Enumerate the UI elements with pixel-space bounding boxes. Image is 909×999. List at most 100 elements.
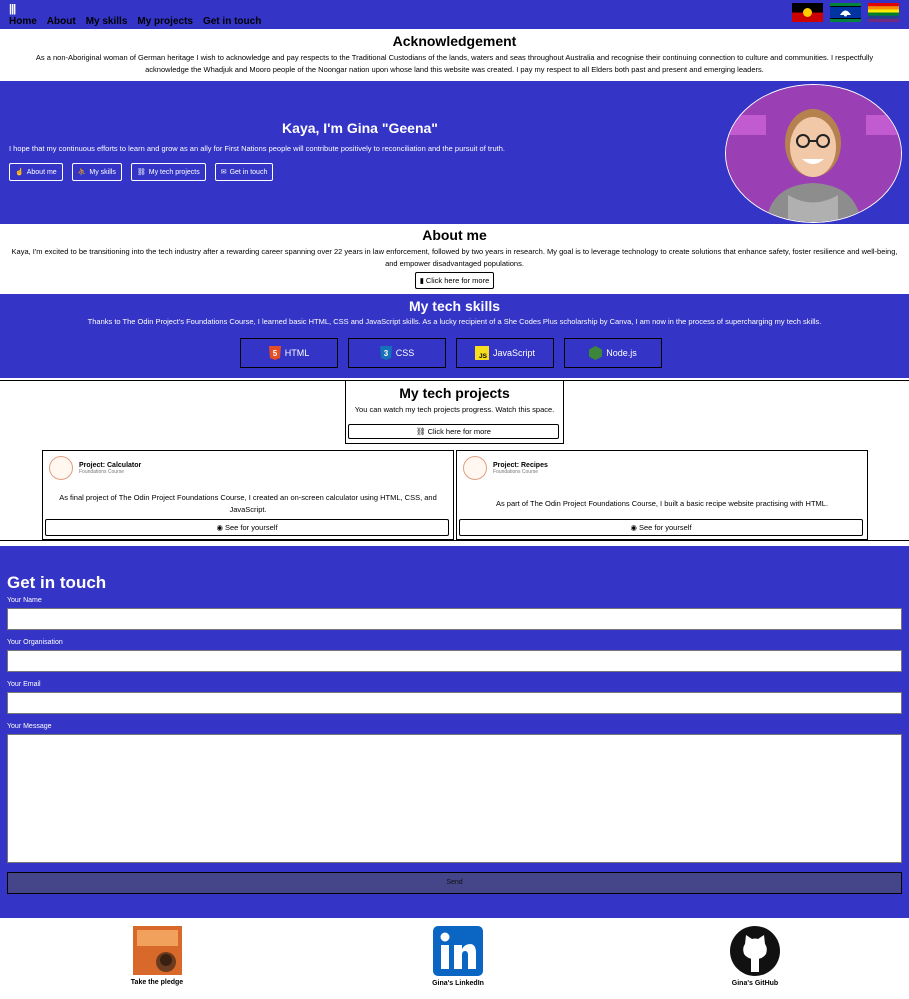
nav-link-skills[interactable]: My skills	[86, 16, 128, 27]
hero-section: Kaya, I'm Gina "Geena" I hope that my co…	[0, 81, 909, 224]
hero-title: Kaya, I'm Gina "Geena"	[282, 120, 438, 136]
github-icon	[730, 926, 780, 976]
contact-title: Get in touch	[7, 573, 107, 592]
my-tech-projects-button-label: My tech projects	[148, 168, 200, 176]
svg-text:JS: JS	[479, 353, 488, 360]
skills-text: Thanks to The Odin Project's Foundations…	[87, 317, 822, 326]
name-input[interactable]	[7, 608, 902, 630]
linkedin-label: Gina's LinkedIn	[432, 980, 484, 987]
nav-link-projects[interactable]: My projects	[137, 16, 193, 27]
pledge-link[interactable]: Take the pledge	[127, 926, 187, 986]
hero-tagline: I hope that my continuous efforts to lea…	[9, 144, 505, 153]
my-skills-button[interactable]: ⛹ My skills	[71, 163, 122, 181]
top-nav: ||| Home About My skills My projects Get…	[0, 0, 909, 29]
rainbow-pride-flag-icon	[868, 3, 899, 22]
aboriginal-flag-icon	[792, 3, 823, 22]
send-button[interactable]: Send	[7, 872, 902, 894]
nav-link-contact[interactable]: Get in touch	[203, 16, 261, 27]
torres-strait-islander-flag-icon	[830, 3, 861, 22]
skill-label: Node.js	[606, 348, 637, 358]
footer: Take the pledge Gina's LinkedIn Gina's G…	[0, 918, 909, 999]
linkedin-link[interactable]: Gina's LinkedIn	[427, 926, 489, 987]
get-in-touch-button-label: Get in touch	[229, 168, 268, 176]
project-description: As final project of The Odin Project Fou…	[59, 493, 437, 514]
project-course: Foundations Course	[79, 468, 125, 475]
nav-links: Home About My skills My projects Get in …	[9, 16, 261, 27]
email-input[interactable]	[7, 692, 902, 714]
clipboard-icon: ▮	[419, 276, 424, 285]
skill-javascript[interactable]: JS JavaScript	[456, 338, 554, 368]
acknowledgement-title: Acknowledgement	[392, 33, 517, 49]
divider	[0, 540, 909, 541]
about-section: About me Kaya, I'm excited to be transit…	[0, 224, 909, 294]
skill-nodejs[interactable]: Node.js	[564, 338, 662, 368]
projects-more-button-label: Click here for more	[427, 427, 491, 436]
project-card-header: Project: Calculator Foundations Course	[49, 456, 141, 480]
about-me-button-label: About me	[26, 168, 57, 176]
contact-section: Get in touch Your Name Your Organisation…	[0, 546, 909, 918]
nodejs-icon	[589, 346, 603, 360]
pledge-poster-icon	[132, 926, 182, 975]
see-for-yourself-button[interactable]: ◉ See for yourself	[459, 519, 863, 536]
skill-label: CSS	[395, 348, 415, 358]
projects-title: My tech projects	[399, 385, 510, 401]
flags	[792, 3, 899, 22]
skill-html[interactable]: 5 HTML	[240, 338, 338, 368]
see-for-yourself-label: See for yourself	[639, 523, 692, 532]
svg-text:5: 5	[273, 349, 278, 358]
project-card-header: Project: Recipes Foundations Course	[463, 456, 548, 480]
nav-link-home[interactable]: Home	[9, 16, 37, 27]
about-more-button-label: Click here for more	[425, 276, 490, 285]
projects-text: You can watch my tech projects progress.…	[354, 405, 555, 414]
github-label: Gina's GitHub	[731, 980, 779, 987]
pledge-label: Take the pledge	[130, 979, 184, 986]
github-link[interactable]: Gina's GitHub	[728, 926, 782, 987]
profile-photo	[725, 84, 902, 223]
html5-icon: 5	[268, 346, 281, 360]
diagram-icon: ⛓	[136, 169, 146, 176]
project-course: Foundations Course	[493, 468, 539, 475]
user-chart-icon: ⛹	[77, 169, 87, 176]
hand-pointer-icon: ☝	[15, 169, 24, 176]
message-textarea[interactable]	[7, 734, 902, 863]
skill-css[interactable]: 3 CSS	[348, 338, 446, 368]
my-tech-projects-button[interactable]: ⛓ My tech projects	[130, 163, 206, 181]
about-title: About me	[422, 227, 487, 243]
project-name: Project: Calculator	[79, 461, 142, 469]
project-card-recipes: Project: Recipes Foundations Course As p…	[456, 450, 868, 540]
see-for-yourself-label: See for yourself	[225, 523, 278, 532]
odin-project-logo	[49, 456, 73, 480]
organisation-label: Your Organisation	[7, 639, 63, 646]
svg-text:3: 3	[384, 349, 389, 358]
about-me-button[interactable]: ☝ About me	[9, 163, 63, 181]
project-name: Project: Recipes	[493, 461, 548, 469]
email-label: Your Email	[7, 681, 41, 688]
odin-project-logo	[463, 456, 487, 480]
acknowledgement-section: Acknowledgement As a non-Aboriginal woma…	[0, 29, 909, 81]
see-for-yourself-button[interactable]: ◉ See for yourself	[45, 519, 449, 536]
diagram-icon: ⛓	[416, 427, 426, 436]
eye-icon: ◉	[216, 523, 223, 532]
message-label: Your Message	[7, 723, 52, 730]
eye-icon: ◉	[630, 523, 637, 532]
project-card-calculator: Project: Calculator Foundations Course A…	[42, 450, 454, 540]
hero-buttons: ☝ About me ⛹ My skills ⛓ My tech project…	[9, 163, 274, 181]
skills-section: My tech skills Thanks to The Odin Projec…	[0, 294, 909, 378]
about-more-button[interactable]: ▮ Click here for more	[414, 272, 495, 289]
projects-header: My tech projects You can watch my tech p…	[345, 380, 564, 444]
projects-more-button[interactable]: ⛓ Click here for more	[348, 424, 559, 439]
skill-label: HTML	[284, 348, 310, 358]
skill-label: JavaScript	[492, 348, 536, 358]
project-description: As part of The Odin Project Foundations …	[495, 499, 829, 508]
nav-link-about[interactable]: About	[47, 16, 76, 27]
organisation-input[interactable]	[7, 650, 902, 672]
envelope-icon: ✉	[220, 169, 227, 176]
get-in-touch-button[interactable]: ✉ Get in touch	[214, 163, 274, 181]
hamburger-icon[interactable]: |||	[9, 3, 16, 15]
javascript-icon: JS	[474, 346, 489, 360]
acknowledgement-text: As a non-Aboriginal woman of German heri…	[35, 53, 874, 74]
my-skills-button-label: My skills	[89, 168, 116, 176]
skills-list: 5 HTML 3 CSS JS JavaScript Node.js	[240, 338, 662, 368]
skills-title: My tech skills	[408, 298, 501, 314]
linkedin-icon	[433, 926, 483, 976]
